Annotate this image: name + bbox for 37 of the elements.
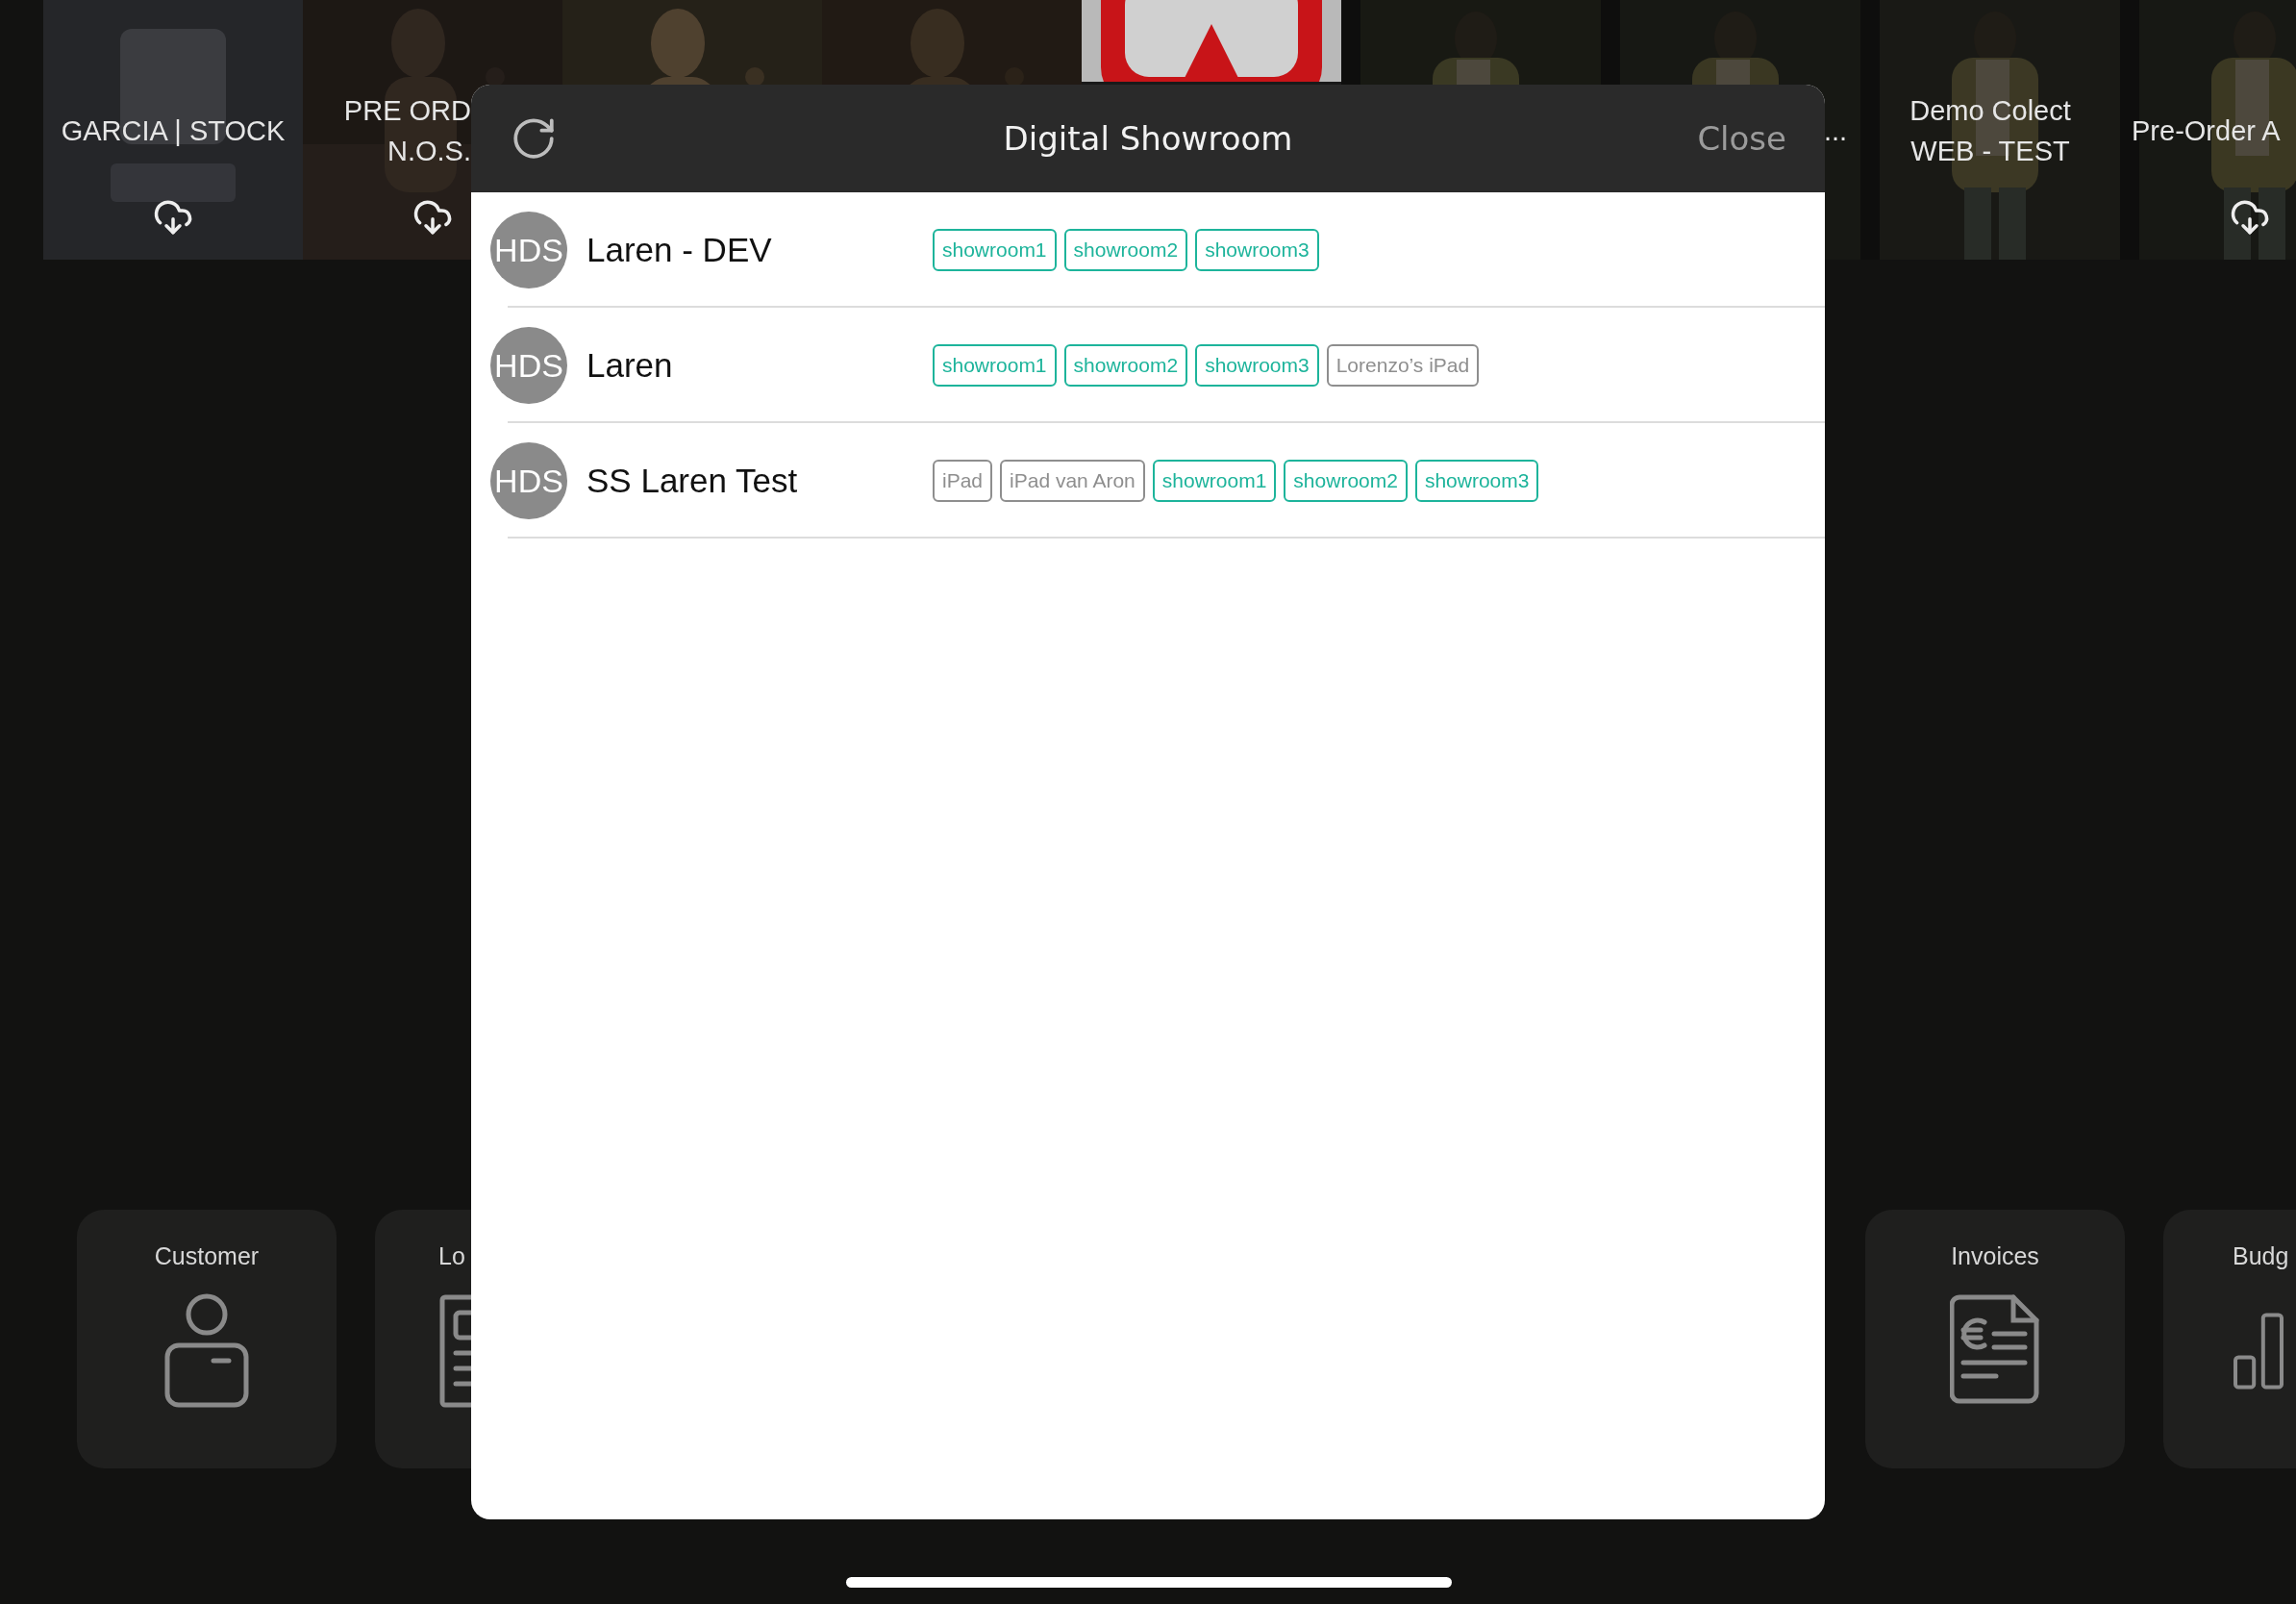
device-tag: showroom3 xyxy=(1414,460,1539,502)
device-tag: Lorenzo’s iPad xyxy=(1326,344,1480,387)
module-tile[interactable]: Invoices xyxy=(1865,1210,2125,1468)
device-tag: showroom2 xyxy=(1063,229,1188,271)
collection-title: N.O.S. xyxy=(387,134,471,168)
euro-document-icon xyxy=(1949,1293,2041,1404)
module-label: Budg xyxy=(2233,1242,2289,1270)
module-label: Customer xyxy=(154,1242,260,1270)
module-label: Invoices xyxy=(1951,1242,2039,1270)
device-tag: showroom1 xyxy=(933,229,1057,271)
device-tag: showroom2 xyxy=(1284,460,1408,502)
collection-title: WEB - TEST xyxy=(1910,134,2070,168)
collection-title: GARCIA | STOCK xyxy=(61,113,286,148)
avatar: HDS xyxy=(490,327,567,404)
dialog-title: Digital Showroom xyxy=(1003,119,1293,158)
showroom-name[interactable]: Laren xyxy=(567,346,933,385)
device-tag: showroom3 xyxy=(1195,229,1319,271)
module-tile[interactable]: Customer xyxy=(77,1210,337,1468)
person-icon xyxy=(163,1293,250,1409)
bar-chart-icon xyxy=(2233,1313,2284,1390)
collection-title: ... xyxy=(1824,113,1848,148)
avatar: HDS xyxy=(490,212,567,288)
showroom-name[interactable]: Laren - DEV xyxy=(567,231,933,269)
device-tag: showroom2 xyxy=(1063,344,1188,387)
device-tag: showroom3 xyxy=(1195,344,1319,387)
collection-title: Demo Colect xyxy=(1909,93,2071,128)
device-tag: iPad xyxy=(933,460,993,502)
device-tag: iPad van Aron xyxy=(1000,460,1145,502)
close-button[interactable]: Close xyxy=(1697,119,1786,158)
module-label: Lo xyxy=(438,1242,465,1270)
device-tag: showroom1 xyxy=(1152,460,1277,502)
module-tile[interactable]: Budg xyxy=(2163,1210,2296,1468)
avatar: HDS xyxy=(490,442,567,519)
showroom-name[interactable]: SS Laren Test xyxy=(567,462,933,500)
device-tag: showroom1 xyxy=(933,344,1057,387)
collection-title: PRE ORD xyxy=(343,93,471,128)
collection-title: Pre-Order A xyxy=(2132,113,2281,148)
